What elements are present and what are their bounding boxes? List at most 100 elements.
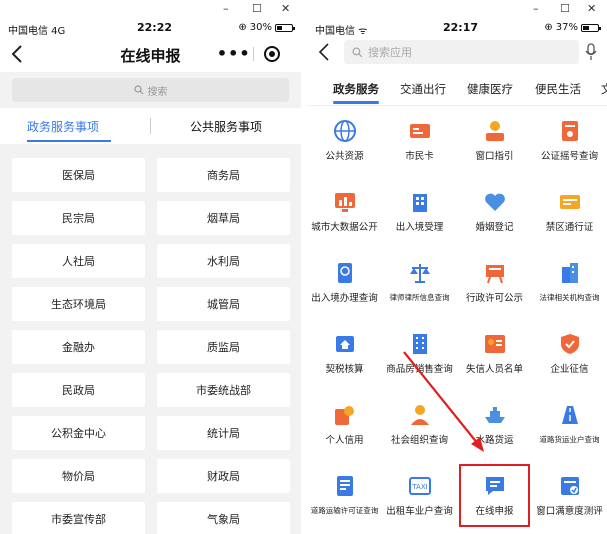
tab-convenience-life[interactable]: 便民生活 <box>535 81 581 97</box>
app-item[interactable]: 失信人员名单 <box>457 320 532 387</box>
permit-icon <box>560 195 580 209</box>
app-label: 行政许可公示 <box>465 293 523 304</box>
app-item[interactable]: 水路货运 <box>457 391 532 458</box>
department-item[interactable]: 民宗局 <box>12 201 145 235</box>
department-item[interactable]: 水利局 <box>157 244 290 278</box>
wifi-icon: ᯤ <box>358 26 368 37</box>
app-item[interactable]: 婚姻登记 <box>457 178 532 245</box>
tab-government-services[interactable]: 政务服务事项 <box>27 118 99 135</box>
department-item[interactable]: 人社局 <box>12 244 145 278</box>
app-item[interactable]: 道路货运业户查询 <box>532 391 607 458</box>
app-item[interactable]: 行政许可公示 <box>457 249 532 316</box>
app-item[interactable]: 商品房销售查询 <box>382 320 457 387</box>
department-item[interactable]: 物价局 <box>12 459 145 493</box>
apartment-icon <box>413 334 427 354</box>
lottery-doc-icon <box>562 121 578 141</box>
carrier-label: 中国电信 4G <box>8 26 66 37</box>
bar-chart-icon <box>335 193 355 212</box>
app-label: 法律相关机构查询 <box>539 293 600 302</box>
app-label: 失信人员名单 <box>465 364 523 375</box>
department-item[interactable]: 财政局 <box>157 459 290 493</box>
department-item[interactable]: 气象局 <box>157 502 290 534</box>
search-row: 搜索应用 <box>307 38 607 68</box>
department-item[interactable]: 城管局 <box>157 287 290 321</box>
department-item[interactable]: 生态环境局 <box>12 287 145 321</box>
department-item[interactable]: 医保局 <box>12 158 145 192</box>
app-item[interactable]: 法律相关机构查询 <box>532 249 607 316</box>
department-item[interactable]: 商务局 <box>157 158 290 192</box>
tab-public-services[interactable]: 公共服务事项 <box>190 118 262 135</box>
department-item[interactable]: 烟草局 <box>157 201 290 235</box>
chat-doc-icon <box>486 477 504 495</box>
maximize-icon[interactable]: ☐ <box>560 2 570 15</box>
department-grid: 医保局 商务局 民宗局 烟草局 人社局 水利局 生态环境局 城管局 金融办 质监局 民政局 市委统战部… <box>0 144 301 534</box>
app-label: 企业征信 <box>550 364 589 375</box>
department-item[interactable]: 质监局 <box>157 330 290 364</box>
close-program-button[interactable] <box>253 46 291 62</box>
app-item[interactable]: TAXI 出租车业户查询 <box>382 462 457 529</box>
building-icon <box>413 194 427 212</box>
globe-icon <box>334 120 356 142</box>
status-bar: 中国电信 4G 22:22 ⊕ 30% <box>0 18 301 38</box>
app-item[interactable]: 在线申报 <box>457 462 532 529</box>
app-item[interactable]: 市民卡 <box>382 107 457 174</box>
person-credit-icon <box>335 406 354 425</box>
maximize-icon[interactable]: ☐ <box>252 2 262 15</box>
close-icon[interactable]: ✕ <box>587 2 596 15</box>
road-icon <box>562 406 578 424</box>
close-icon[interactable]: ✕ <box>281 2 290 15</box>
search-input[interactable]: 搜索 <box>12 78 289 102</box>
app-grid: 公共资源 市民卡 窗口指引 公证摇号查询城市大数据公开 出入境受理 婚姻登记 禁区通行证出入… <box>307 107 607 534</box>
window-controls: – ☐ ✕ <box>307 0 607 18</box>
search-input[interactable]: 搜索应用 <box>344 40 579 64</box>
window-controls: – ☐ ✕ <box>0 0 301 18</box>
house-calc-icon <box>336 336 354 352</box>
battery-status: ⊕ 37% <box>544 22 601 33</box>
more-menu-button[interactable]: ••• <box>215 41 253 67</box>
taxi-icon: TAXI <box>409 477 431 495</box>
microphone-icon[interactable] <box>585 42 597 62</box>
back-arrow-icon[interactable] <box>317 42 331 62</box>
location-icon: ⊕ <box>544 22 553 33</box>
app-label: 出入境受理 <box>395 222 444 233</box>
app-item[interactable]: 企业征信 <box>532 320 607 387</box>
search-placeholder: 搜索应用 <box>368 46 412 59</box>
clock: 22:17 <box>443 21 479 34</box>
tab-health-medical[interactable]: 健康医疗 <box>467 81 513 97</box>
minimize-icon[interactable]: – <box>533 2 539 15</box>
department-item[interactable]: 民政局 <box>12 373 145 407</box>
department-item[interactable]: 市委统战部 <box>157 373 290 407</box>
office-icon <box>562 263 578 283</box>
app-label: 律师律所信息查询 <box>389 293 450 302</box>
ship-icon <box>485 407 505 423</box>
app-label: 婚姻登记 <box>475 222 514 233</box>
app-label: 公共资源 <box>325 151 364 162</box>
app-item[interactable]: 出入境受理 <box>382 178 457 245</box>
app-item[interactable]: 禁区通行证 <box>532 178 607 245</box>
app-item[interactable]: 公共资源 <box>307 107 382 174</box>
minimize-icon[interactable]: – <box>223 2 229 15</box>
app-item[interactable]: 道路运输许可证查询 <box>307 462 382 529</box>
app-label: 道路运输许可证查询 <box>310 506 379 515</box>
passport-icon <box>338 263 352 283</box>
app-item[interactable]: 窗口指引 <box>457 107 532 174</box>
app-item[interactable]: 个人信用 <box>307 391 382 458</box>
department-item[interactable]: 公积金中心 <box>12 416 145 450</box>
department-item[interactable]: 金融办 <box>12 330 145 364</box>
department-item[interactable]: 市委宣传部 <box>12 502 145 534</box>
tab-culture[interactable]: 文 <box>601 81 607 97</box>
app-item[interactable]: 公证摇号查询 <box>532 107 607 174</box>
app-item[interactable]: 出入境办理查询 <box>307 249 382 316</box>
app-item[interactable]: 契税核算 <box>307 320 382 387</box>
tab-transportation[interactable]: 交通出行 <box>400 81 446 97</box>
app-item[interactable]: 社会组织查询 <box>382 391 457 458</box>
app-label: 禁区通行证 <box>545 222 594 233</box>
heart-icon <box>485 193 505 211</box>
right-screen: – ☐ ✕ 中国电信 ᯤ 22:17 ⊕ 37% 搜索应用 政务服务 交通出行 … <box>307 0 607 534</box>
app-item[interactable]: 窗口满意度测评 <box>532 462 607 529</box>
tab-government-services[interactable]: 政务服务 <box>333 81 379 97</box>
department-item[interactable]: 统计局 <box>157 416 290 450</box>
app-item[interactable]: 城市大数据公开 <box>307 178 382 245</box>
search-icon <box>352 46 363 57</box>
app-item[interactable]: 律师律所信息查询 <box>382 249 457 316</box>
